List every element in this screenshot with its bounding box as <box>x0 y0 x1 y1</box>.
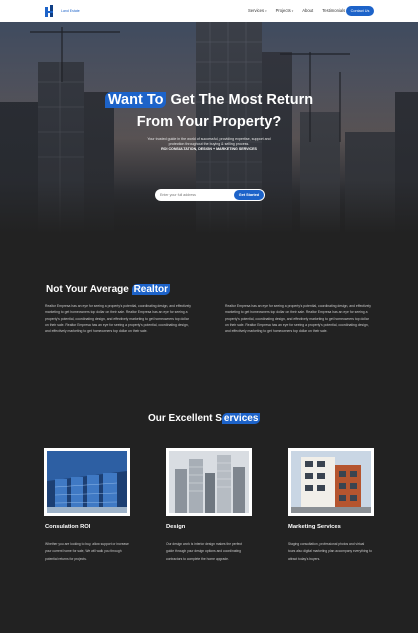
skyscrapers-photo <box>169 451 249 513</box>
logo-icon <box>45 5 59 17</box>
get-started-button[interactable]: Get Started <box>234 190 264 200</box>
service-description: Whether you are looking to buy, allow su… <box>45 542 129 561</box>
about-paragraph-left: Realtor Empresa has an eye for seeing a … <box>45 304 191 334</box>
hero-subtitle: Your trusted guide in the world of succe… <box>147 137 271 151</box>
hero-section: Want To Get The Most Return From Your Pr… <box>0 22 418 234</box>
address-input[interactable] <box>160 191 230 199</box>
logo[interactable]: Land Estate <box>45 4 80 18</box>
services-title: Our Excellent Services <box>148 413 261 424</box>
nav-item-testimonials[interactable]: Testimonials <box>322 8 345 13</box>
warehouse-photo <box>47 451 127 513</box>
main-nav: Services▾ Projects▾ About Testimonials <box>248 8 345 13</box>
logo-text: Land Estate <box>61 9 80 13</box>
address-search-bar: Get Started <box>155 189 265 201</box>
service-image-consulation[interactable] <box>44 448 130 516</box>
about-title: Not Your Average Realtor <box>46 284 171 295</box>
service-image-marketing[interactable] <box>288 448 374 516</box>
about-paragraph-right: Realtor Empresa has an eye for seeing a … <box>225 304 371 334</box>
chevron-down-icon: ▾ <box>265 9 267 13</box>
hero-title-line-1: Want To Get The Most Return <box>0 92 418 108</box>
service-title: Design <box>166 524 186 530</box>
chevron-down-icon: ▾ <box>291 9 294 13</box>
nav-item-about[interactable]: About <box>302 8 313 13</box>
service-image-design[interactable] <box>166 448 252 516</box>
service-title: Marketing Services <box>288 524 341 530</box>
service-title: Consulation ROI <box>45 524 91 530</box>
nav-item-projects[interactable]: Projects▾ <box>276 8 294 13</box>
service-description: Our design work is interior design makes… <box>166 542 243 561</box>
contact-button[interactable]: Contact Us <box>346 6 374 16</box>
service-description: Staging consultation, professional photo… <box>288 542 372 561</box>
nav-item-services[interactable]: Services▾ <box>248 8 267 13</box>
hero-title-line-2: From Your Property? <box>136 114 282 130</box>
site-header: Land Estate Services▾ Projects▾ About Te… <box>0 0 418 22</box>
apartment-building-photo <box>291 451 371 513</box>
